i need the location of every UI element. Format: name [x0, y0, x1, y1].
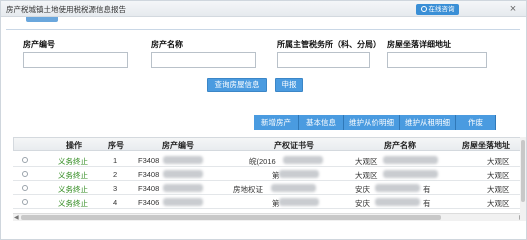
redacted-blur — [279, 170, 319, 178]
terminate-link[interactable]: 义务终止 — [58, 156, 88, 167]
terminate-link[interactable]: 义务终止 — [58, 198, 88, 209]
tab-basic-info[interactable]: 基本信息 — [299, 115, 344, 130]
window-title: 房产税城镇土地使用税税源信息报告 — [6, 5, 126, 14]
row-seq: 2 — [113, 170, 118, 179]
tab-void[interactable]: 作废 — [456, 115, 496, 130]
table-row[interactable]: 义务终止 2 F3408 第 大观区 大观区 — [13, 167, 525, 181]
tax-office-select[interactable] — [277, 52, 370, 68]
online-consult-label: 在线咨询 — [428, 6, 455, 13]
row-house-name: 大观区 — [355, 157, 378, 166]
table-row[interactable]: 义务终止 3 F3408 房地权证 安庆 有 大观区 — [13, 181, 525, 195]
tab-value-details[interactable]: 维护从价明细 — [344, 115, 400, 130]
section-header-bar — [6, 17, 520, 30]
row-seq: 4 — [113, 198, 118, 207]
chat-icon — [420, 6, 427, 12]
row-name-suffix: 有 — [423, 199, 431, 208]
label-house-number: 房产编号 — [23, 40, 55, 49]
row-house-name: 大观区 — [355, 171, 378, 180]
col-seq: 序号 — [108, 141, 124, 150]
label-tax-office: 所属主管税务所（科、分局） — [277, 40, 381, 49]
close-icon[interactable]: × — [506, 2, 520, 16]
title-bar: 房产税城镇土地使用税税源信息报告 在线咨询 × — [1, 1, 526, 17]
row-radio[interactable] — [22, 171, 28, 177]
row-house-name: 安庆 — [355, 185, 370, 194]
row-house-number: F3408 — [138, 170, 160, 179]
house-name-input[interactable] — [151, 52, 256, 68]
query-house-button[interactable]: 查询房屋信息 — [207, 78, 267, 92]
tab-add-house[interactable]: 新增房产 — [254, 115, 299, 130]
declare-button[interactable]: 申报 — [275, 78, 303, 92]
row-name-suffix: 有 — [423, 185, 431, 194]
redacted-blur — [163, 156, 203, 164]
scroll-thumb[interactable] — [521, 140, 525, 202]
redacted-blur — [383, 156, 438, 164]
row-radio[interactable] — [22, 157, 28, 163]
redacted-blur — [271, 184, 316, 192]
col-cert-number: 产权证书号 — [274, 141, 314, 150]
vertical-scrollbar[interactable] — [520, 137, 526, 221]
scroll-thumb[interactable] — [21, 215, 441, 220]
row-address: 大观区 — [487, 199, 510, 208]
redacted-blur — [163, 198, 203, 206]
redacted-blur — [375, 184, 420, 192]
row-house-name: 安庆 — [355, 199, 370, 208]
row-seq: 3 — [113, 184, 118, 193]
row-address: 大观区 — [487, 171, 510, 180]
house-number-input[interactable] — [23, 52, 128, 68]
row-house-number: F3408 — [138, 156, 160, 165]
row-seq: 1 — [113, 156, 118, 165]
redacted-blur — [383, 170, 438, 178]
redacted-blur — [375, 198, 420, 206]
online-consult-button[interactable]: 在线咨询 — [416, 4, 459, 15]
label-address: 房屋坐落详细地址 — [387, 40, 451, 49]
col-house-number: 房产编号 — [162, 141, 194, 150]
redacted-blur — [283, 156, 323, 164]
redacted-blur — [279, 198, 319, 206]
terminate-link[interactable]: 义务终止 — [58, 184, 88, 195]
label-house-name: 房产名称 — [151, 40, 183, 49]
dialog-window: 房产税城镇土地使用税税源信息报告 在线咨询 × 房产编号 房产名称 所属主管税务… — [0, 0, 527, 240]
redacted-blur — [163, 170, 203, 178]
col-address: 房屋坐落地址 — [462, 141, 510, 150]
col-house-name: 房产名称 — [384, 141, 416, 150]
section-tab-indicator — [26, 17, 58, 22]
row-address: 大观区 — [487, 157, 510, 166]
row-radio[interactable] — [22, 199, 28, 205]
table-row[interactable]: 义务终止 1 F3408 皖(2016 大观区 大观区 — [13, 153, 525, 167]
terminate-link[interactable]: 义务终止 — [58, 170, 88, 181]
row-house-number: F3406 — [138, 198, 160, 207]
table-row[interactable]: 义务终止 4 F3406 第 安庆 有 大观区 — [13, 195, 525, 209]
row-address: 大观区 — [487, 185, 510, 194]
row-cert: 皖(2016 — [249, 157, 276, 166]
horizontal-scrollbar[interactable]: ◀ ▶ — [13, 213, 525, 221]
row-cert: 房地权证 — [233, 185, 263, 194]
row-house-number: F3408 — [138, 184, 160, 193]
address-input[interactable] — [387, 52, 487, 68]
row-radio[interactable] — [22, 185, 28, 191]
table-header: 操作 序号 房产编号 产权证书号 房产名称 房屋坐落地址 — [13, 137, 525, 151]
redacted-blur — [163, 184, 203, 192]
tab-rent-details[interactable]: 维护从租明细 — [400, 115, 456, 130]
col-operation: 操作 — [66, 141, 82, 150]
scroll-left-icon[interactable]: ◀ — [14, 214, 19, 221]
